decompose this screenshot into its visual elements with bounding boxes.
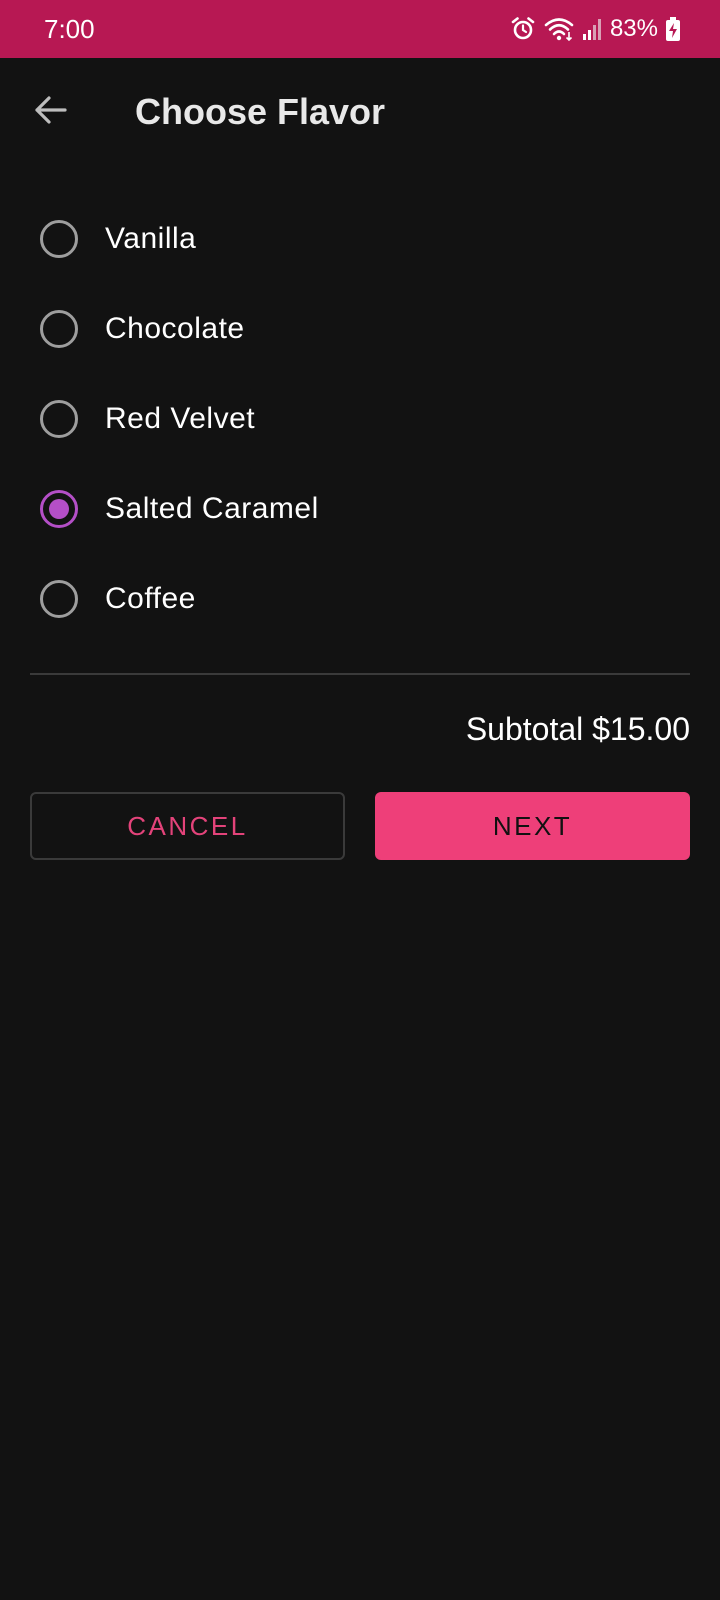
subtotal-text: Subtotal $15.00 [465, 711, 690, 747]
next-button[interactable]: NEXT [375, 792, 690, 860]
signal-icon [582, 17, 602, 41]
battery-charging-icon [666, 17, 680, 41]
flavor-option-vanilla[interactable]: Vanilla [0, 194, 720, 284]
flavor-option-salted-caramel[interactable]: Salted Caramel [0, 464, 720, 554]
status-bar: 7:00 83% [0, 0, 720, 58]
radio-button-vanilla[interactable] [40, 220, 78, 258]
app-bar: Choose Flavor [0, 58, 720, 164]
radio-button-salted-caramel[interactable] [40, 490, 78, 528]
alarm-icon [510, 16, 536, 42]
flavor-radio-group: Vanilla Chocolate Red Velvet Salted Cara… [0, 194, 720, 644]
back-button[interactable] [24, 86, 76, 138]
page-title: Choose Flavor [135, 91, 386, 132]
flavor-option-coffee[interactable]: Coffee [0, 554, 720, 644]
flavor-label: Vanilla [105, 222, 197, 255]
flavor-option-chocolate[interactable]: Chocolate [0, 284, 720, 374]
battery-percentage: 83% [609, 15, 658, 42]
divider [30, 673, 690, 675]
flavor-option-red-velvet[interactable]: Red Velvet [0, 374, 720, 464]
wifi-icon [544, 16, 574, 42]
radio-button-coffee[interactable] [40, 580, 78, 618]
radio-button-red-velvet[interactable] [40, 400, 78, 438]
status-time: 7:00 [44, 14, 95, 44]
flavor-label: Chocolate [105, 312, 245, 345]
flavor-label: Red Velvet [105, 402, 256, 435]
status-icons: 83% [510, 12, 680, 46]
cancel-button[interactable]: CANCEL [30, 792, 345, 860]
arrow-back-icon [33, 95, 67, 130]
flavor-label: Salted Caramel [105, 492, 319, 525]
radio-button-chocolate[interactable] [40, 310, 78, 348]
flavor-label: Coffee [105, 582, 196, 615]
